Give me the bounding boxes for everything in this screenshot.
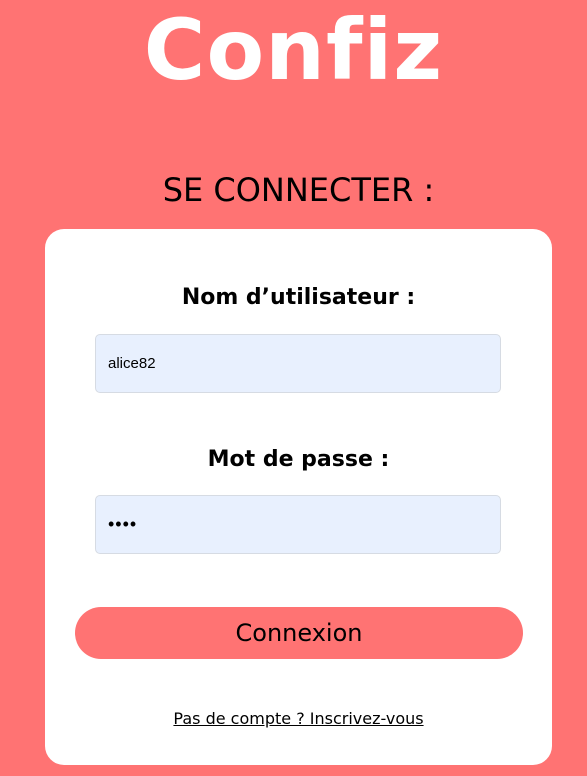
password-label: Mot de passe : xyxy=(207,447,390,472)
signup-link[interactable]: Pas de compte ? Inscrivez-vous xyxy=(45,707,552,731)
login-card: Nom d’utilisateur : Mot de passe : Conne… xyxy=(45,229,552,765)
login-button[interactable]: Connexion xyxy=(75,607,523,659)
password-input[interactable] xyxy=(95,495,501,554)
username-input[interactable] xyxy=(95,334,501,393)
page-title: SE CONNECTER : xyxy=(162,171,435,209)
app-logo: Confiz xyxy=(143,1,444,99)
username-label: Nom d’utilisateur : xyxy=(181,285,416,310)
